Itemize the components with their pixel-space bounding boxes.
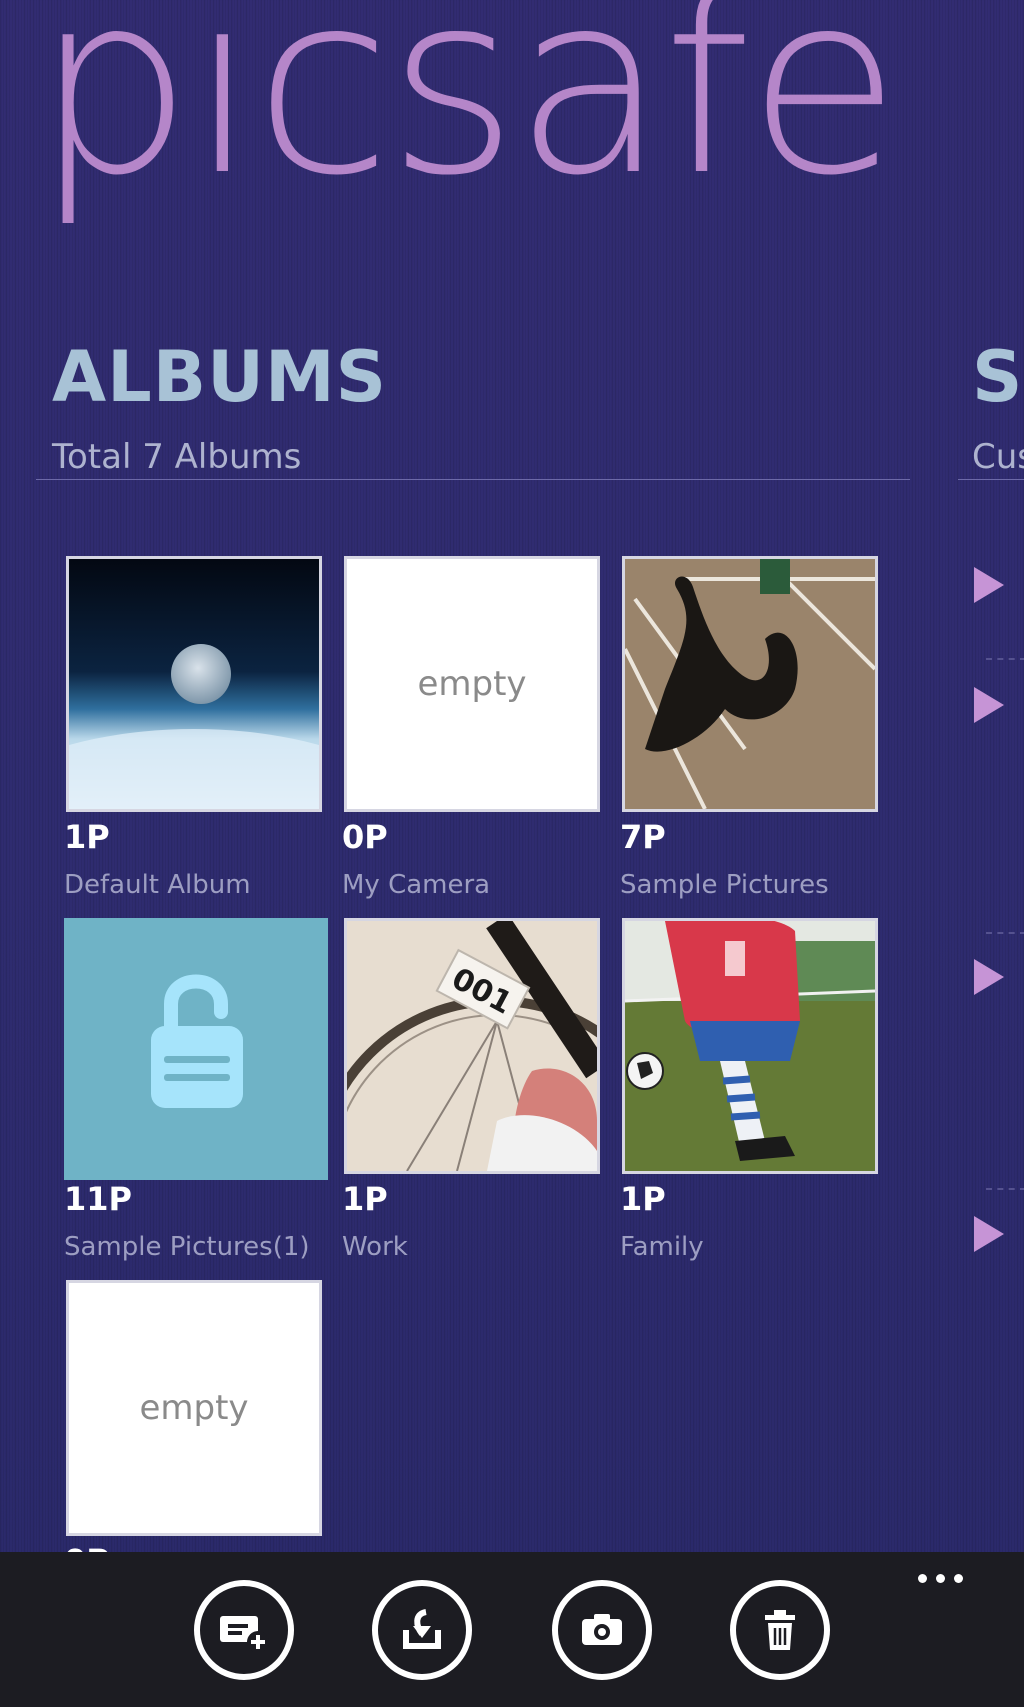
expand-arrow-icon[interactable]	[974, 687, 1004, 723]
album-thumbnail-my-camera[interactable]: empty	[344, 556, 600, 812]
import-button[interactable]	[372, 1580, 472, 1680]
album-name: Work	[342, 1232, 408, 1262]
album-thumbnail-sample-pictures-1[interactable]	[64, 918, 328, 1180]
expand-arrow-icon[interactable]	[974, 567, 1004, 603]
album-photo-count: 1P	[64, 818, 110, 856]
albums-section-title[interactable]: ALBUMS	[52, 336, 387, 418]
expand-arrow-icon[interactable]	[974, 959, 1004, 995]
camera-button[interactable]	[552, 1580, 652, 1680]
album-name: Sample Pictures	[620, 870, 829, 900]
list-divider	[986, 1188, 1024, 1190]
import-icon	[403, 1609, 441, 1649]
album-photo-count: 7P	[620, 818, 666, 856]
album-name: Family	[620, 1232, 704, 1262]
delete-button[interactable]	[730, 1580, 830, 1680]
new-album-icon	[220, 1616, 269, 1653]
empty-placeholder: empty	[417, 664, 527, 704]
expand-arrow-icon[interactable]	[974, 1216, 1004, 1252]
album-name: Default Album	[64, 870, 251, 900]
trash-icon	[765, 1610, 795, 1650]
albums-count-subtitle: Total 7 Albums	[52, 437, 302, 477]
list-divider	[986, 658, 1024, 660]
album-photo-count: 0P	[342, 818, 388, 856]
album-photo-count: 11P	[64, 1180, 132, 1218]
application-bar	[0, 1552, 1024, 1707]
app-title: picsafe	[34, 0, 901, 230]
new-album-button[interactable]	[194, 1580, 294, 1680]
bicycle-photo: 001	[347, 921, 597, 1171]
album-name: My Camera	[342, 870, 491, 900]
album-photo-count: 1P	[620, 1180, 666, 1218]
ellipsis-icon[interactable]	[918, 1574, 963, 1583]
album-thumbnail-7[interactable]: empty	[66, 1280, 322, 1536]
padlock-icon	[151, 974, 243, 1108]
next-section-title[interactable]: SE	[972, 336, 1024, 418]
album-thumbnail-default-album[interactable]	[66, 556, 322, 812]
empty-placeholder: empty	[139, 1388, 249, 1428]
album-thumbnail-work[interactable]: 001	[344, 918, 600, 1174]
section-divider	[36, 479, 910, 480]
next-section-subtitle: Cus	[972, 437, 1024, 477]
earth-moon-photo	[69, 559, 319, 809]
album-thumbnail-family[interactable]	[622, 918, 878, 1174]
shadow-on-court-photo	[625, 559, 875, 809]
next-section-divider	[958, 479, 1024, 480]
album-photo-count: 1P	[342, 1180, 388, 1218]
camera-icon	[582, 1614, 622, 1645]
soccer-player-photo	[625, 921, 875, 1171]
list-divider	[986, 932, 1024, 934]
album-thumbnail-sample-pictures[interactable]	[622, 556, 878, 812]
album-name: Sample Pictures(1)	[64, 1232, 310, 1262]
